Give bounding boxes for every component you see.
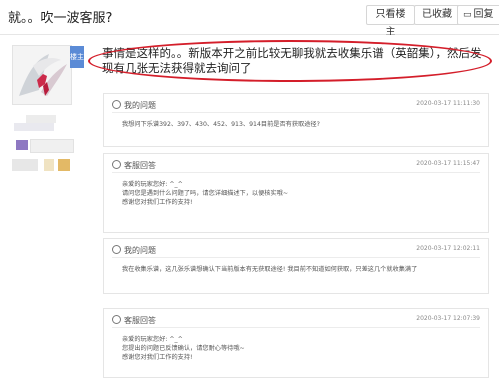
avatar[interactable]	[12, 45, 72, 105]
op-badge: 楼主	[70, 46, 84, 68]
card-line: 亲爱的玩家您好: ^_^	[122, 181, 183, 188]
author-sidebar: 楼主	[0, 35, 86, 378]
ticket-card: 我的问题 2020-03-17 11:11:30 我想问下乐谱392、397、4…	[103, 93, 489, 147]
only-op-button[interactable]: 只看楼主	[366, 5, 415, 38]
card-body: 亲爱的玩家您好: ^_^ 请问您是遇到什么问题了吗，请您详细描述下，以便核实哦~…	[122, 180, 477, 207]
user-stat-blur	[14, 123, 54, 131]
card-body: 亲爱的玩家您好: ^_^ 您提出的问题已反馈确认，请您耐心等待哦~ 感谢您对我们…	[122, 335, 477, 362]
chat-icon	[112, 160, 121, 169]
card-line: 我想问下乐谱392、397、430、452、913、914目前是否有获取途径?	[122, 121, 320, 128]
user-info-blur	[12, 159, 38, 171]
card-divider	[112, 327, 480, 328]
card-heading: 我的问题	[112, 100, 156, 111]
card-line: 您提出的问题已反馈确认，请您耐心等待哦~	[122, 345, 245, 352]
question-icon	[112, 245, 121, 254]
ticket-card: 我的问题 2020-03-17 12:02:11 我在收集乐谱，这几张乐谱想确认…	[103, 238, 489, 294]
topbar: 就。。吹一波客服? 只看楼主 已收藏 ▭ 回复	[0, 0, 499, 38]
question-icon	[112, 100, 121, 109]
card-line: 感谢您对我们工作的支持!	[122, 199, 193, 206]
card-divider	[112, 112, 480, 113]
card-heading: 客服回答	[112, 315, 156, 326]
reply-label: 回复	[473, 9, 494, 20]
ticket-card: 客服回答 2020-03-17 12:07:39 亲爱的玩家您好: ^_^ 您提…	[103, 308, 489, 378]
rank-label-blur	[30, 139, 74, 153]
rank-badge-icon	[16, 140, 28, 150]
card-line: 请问您是遇到什么问题了吗，请您详细描述下，以便核实哦~	[122, 190, 289, 197]
card-divider	[112, 257, 480, 258]
card-body: 我想问下乐谱392、397、430、452、913、914目前是否有获取途径?	[122, 120, 477, 129]
card-date: 2020-03-17 12:07:39	[416, 315, 480, 322]
card-heading: 我的问题	[112, 245, 156, 256]
user-level-blur	[44, 159, 54, 171]
avatar-image	[13, 46, 71, 104]
highlight-circle	[88, 40, 492, 82]
reply-icon: ▭	[463, 10, 472, 20]
favorited-button[interactable]: 已收藏	[414, 5, 460, 25]
reply-button[interactable]: ▭ 回复	[457, 5, 499, 25]
card-heading: 客服回答	[112, 160, 156, 171]
card-body: 我在收集乐谱，这几张乐谱想确认下当前版本有无获取途径! 我目前不知道如何获取，只…	[122, 265, 477, 274]
card-date: 2020-03-17 11:15:47	[416, 160, 480, 167]
card-divider	[112, 172, 480, 173]
username-blur	[26, 115, 56, 123]
thread-title: 就。。吹一波客服?	[8, 11, 113, 26]
card-line: 感谢您对我们工作的支持!	[122, 354, 193, 361]
card-date: 2020-03-17 12:02:11	[416, 245, 480, 252]
card-line: 我在收集乐谱，这几张乐谱想确认下当前版本有无获取途径! 我目前不知道如何获取，只…	[122, 266, 418, 273]
chat-icon	[112, 315, 121, 324]
card-date: 2020-03-17 11:11:30	[416, 100, 480, 107]
ticket-card: 客服回答 2020-03-17 11:15:47 亲爱的玩家您好: ^_^ 请问…	[103, 153, 489, 233]
user-medal-icon	[58, 159, 70, 171]
card-line: 亲爱的玩家您好: ^_^	[122, 336, 183, 343]
